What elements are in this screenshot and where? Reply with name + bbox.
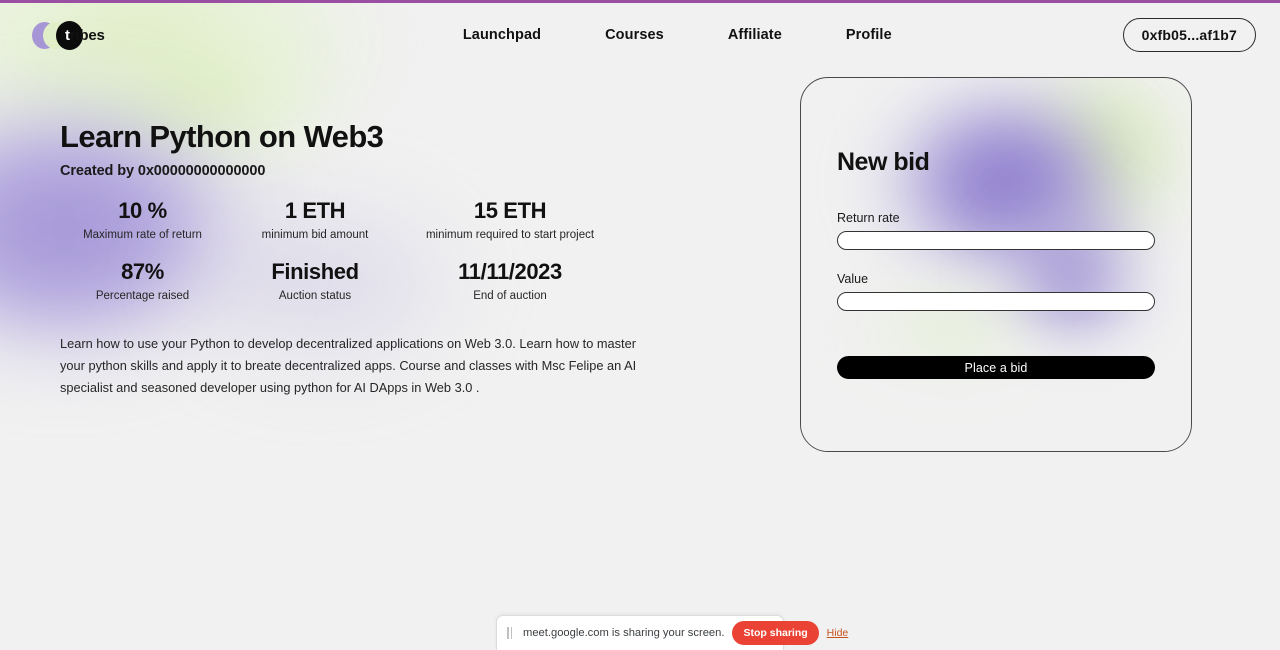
brand-logo[interactable]: tribes: [32, 18, 192, 52]
stats-row-secondary: 87% Percentage raised Finished Auction s…: [60, 258, 615, 305]
stat-label: Maximum rate of return: [83, 229, 202, 242]
drag-handle-icon[interactable]: [507, 627, 515, 639]
stat-label: End of auction: [473, 290, 547, 303]
stats-row-primary: 10 % Maximum rate of return 1 ETH minimu…: [60, 197, 615, 244]
value-field-group: Value: [837, 272, 1155, 311]
place-a-bid-button[interactable]: Place a bid: [837, 356, 1155, 379]
logo-wordmark: tribes: [65, 27, 105, 44]
screen-share-bar: meet.google.com is sharing your screen. …: [496, 615, 848, 650]
stat-value: 1 ETH: [284, 197, 346, 223]
stat-label: minimum required to start project: [425, 229, 595, 242]
site-header: tribes Launchpad Courses Affiliate Profi…: [0, 3, 1280, 67]
logo-wordmark-tail: ribes: [69, 27, 105, 44]
main-content: Learn Python on Web3 Created by 0x000000…: [0, 67, 1280, 452]
nav-item-profile[interactable]: Profile: [846, 27, 892, 43]
stat-minimum-bid-amount: 1 ETH minimum bid amount: [225, 197, 405, 244]
project-details-column: Learn Python on Web3 Created by 0x000000…: [60, 107, 760, 452]
hide-share-bar-link[interactable]: Hide: [827, 627, 849, 639]
stat-label: Percentage raised: [95, 290, 190, 303]
stat-auction-status: Finished Auction status: [225, 258, 405, 305]
nav-item-courses[interactable]: Courses: [605, 27, 664, 43]
stat-value: 15 ETH: [473, 197, 547, 223]
stat-minimum-required: 15 ETH minimum required to start project: [405, 197, 615, 244]
return-rate-input[interactable]: [837, 231, 1155, 250]
screen-share-message: meet.google.com is sharing your screen.: [523, 627, 725, 639]
page-title: Learn Python on Web3: [60, 119, 384, 154]
new-bid-title: New bid: [837, 148, 930, 176]
stat-value: 10 %: [118, 197, 167, 223]
logo-mark: tribes: [32, 19, 106, 51]
stat-max-rate-of-return: 10 % Maximum rate of return: [60, 197, 225, 244]
new-bid-card: New bid Return rate Value Place a bid: [800, 77, 1192, 452]
stat-value: 87%: [121, 258, 164, 284]
return-rate-field-group: Return rate: [837, 211, 1155, 250]
return-rate-label: Return rate: [837, 211, 900, 225]
stop-sharing-button[interactable]: Stop sharing: [732, 621, 819, 645]
creator-address: Created by 0x00000000000000: [60, 162, 266, 179]
stat-end-of-auction: 11/11/2023 End of auction: [405, 258, 615, 305]
stat-value: Finished: [271, 258, 359, 284]
value-input[interactable]: [837, 292, 1155, 311]
new-bid-form: New bid Return rate Value Place a bid: [801, 78, 1191, 379]
nav-item-affiliate[interactable]: Affiliate: [728, 27, 782, 43]
stat-label: minimum bid amount: [261, 229, 369, 242]
nav-item-launchpad[interactable]: Launchpad: [463, 27, 541, 43]
stat-label: Auction status: [278, 290, 352, 303]
main-navigation: Launchpad Courses Affiliate Profile: [423, 27, 892, 43]
project-description: Learn how to use your Python to develop …: [60, 335, 637, 395]
wallet-address-button[interactable]: 0xfb05...af1b7: [1122, 18, 1256, 52]
stat-value: 11/11/2023: [458, 258, 562, 284]
project-stats: 10 % Maximum rate of return 1 ETH minimu…: [60, 197, 615, 305]
value-label: Value: [837, 272, 869, 286]
stat-percentage-raised: 87% Percentage raised: [60, 258, 225, 305]
